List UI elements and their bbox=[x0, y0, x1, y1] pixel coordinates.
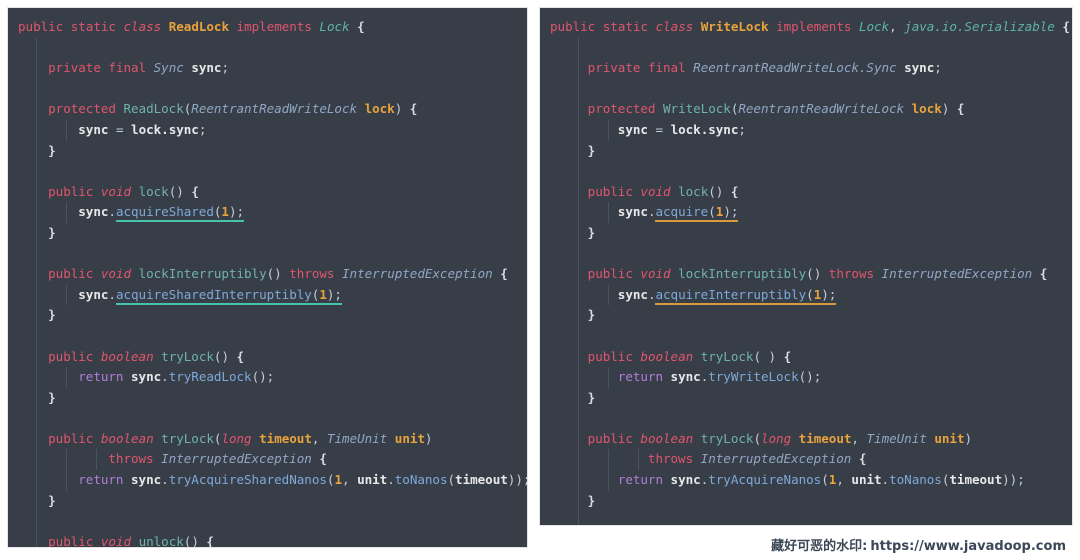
code-line bbox=[540, 78, 1072, 100]
code-line: public static class WriteLock implements… bbox=[550, 19, 1070, 34]
code-line bbox=[540, 408, 1072, 429]
code-line bbox=[8, 78, 527, 100]
code-line: public boolean tryLock() { bbox=[8, 346, 527, 368]
code-line: throws InterruptedException { bbox=[540, 449, 1072, 471]
code-line: return sync.tryAcquireSharedNanos(1, uni… bbox=[8, 470, 527, 491]
code-line: } bbox=[8, 140, 527, 162]
code-line: public boolean tryLock( ) { bbox=[540, 346, 1072, 368]
code-line: } bbox=[540, 387, 1072, 409]
code-line bbox=[8, 408, 527, 429]
read-lock-code-panel: public static class ReadLock implements … bbox=[8, 8, 527, 547]
code-line bbox=[540, 325, 1072, 347]
code-line: protected ReadLock(ReentrantReadWriteLoc… bbox=[8, 99, 527, 120]
code-line: public void lockInterruptibly() throws I… bbox=[8, 264, 527, 285]
code-line bbox=[8, 37, 527, 59]
watermark-prefix: 藏好可恶的水印: bbox=[771, 539, 868, 554]
code-line: protected WriteLock(ReentrantReadWriteLo… bbox=[540, 99, 1072, 120]
watermark: 藏好可恶的水印: https://www.javadoop.com bbox=[771, 535, 1066, 554]
code-line: } bbox=[8, 222, 527, 244]
code-line: public void lock() { bbox=[8, 181, 527, 203]
code-line: public boolean tryLock(long timeout, Tim… bbox=[8, 428, 527, 450]
code-line: } bbox=[540, 140, 1072, 162]
code-line bbox=[540, 243, 1072, 265]
code-line bbox=[8, 243, 527, 265]
code-line: } bbox=[8, 305, 527, 326]
code-line-underlined: sync.acquireSharedInterruptibly(1); bbox=[8, 284, 527, 306]
code-line bbox=[8, 325, 527, 347]
code-line: } bbox=[8, 490, 527, 512]
watermark-url: https://www.javadoop.com bbox=[870, 539, 1066, 554]
code-line bbox=[540, 161, 1072, 182]
code-line bbox=[8, 511, 527, 532]
code-line: sync = lock.sync; bbox=[8, 119, 527, 141]
code-line-underlined: sync.acquireInterruptibly(1); bbox=[540, 284, 1072, 306]
code-line: return sync.tryWriteLock(); bbox=[540, 367, 1072, 388]
code-line: } bbox=[540, 490, 1072, 512]
code-line: } bbox=[8, 387, 527, 409]
read-lock-code-body: public static class ReadLock implements … bbox=[8, 8, 527, 547]
code-line-underlined: sync.acquire(1); bbox=[540, 202, 1072, 223]
code-line: public static class ReadLock implements … bbox=[18, 19, 365, 34]
code-line: public void unlock() { bbox=[8, 531, 527, 547]
write-lock-code-body: public static class WriteLock implements… bbox=[540, 8, 1072, 525]
code-line: return sync.tryAcquireNanos(1, unit.toNa… bbox=[540, 470, 1072, 491]
code-line: } bbox=[540, 305, 1072, 326]
code-line-underlined: sync.acquireShared(1); bbox=[8, 202, 527, 223]
write-lock-code-panel: public static class WriteLock implements… bbox=[540, 8, 1072, 525]
code-line bbox=[8, 161, 527, 182]
code-line bbox=[540, 511, 1072, 525]
code-line: public void lock() { bbox=[540, 181, 1072, 203]
code-line: public void lockInterruptibly() throws I… bbox=[540, 264, 1072, 285]
code-line: } bbox=[540, 222, 1072, 244]
code-line: sync = lock.sync; bbox=[540, 119, 1072, 141]
code-line: throws InterruptedException { bbox=[8, 449, 527, 471]
code-line: public boolean tryLock(long timeout, Tim… bbox=[540, 428, 1072, 450]
code-line: return sync.tryReadLock(); bbox=[8, 367, 527, 388]
code-line: private final ReentrantReadWriteLock.Syn… bbox=[540, 58, 1072, 79]
code-line bbox=[540, 37, 1072, 59]
code-line: private final Sync sync; bbox=[8, 58, 527, 79]
